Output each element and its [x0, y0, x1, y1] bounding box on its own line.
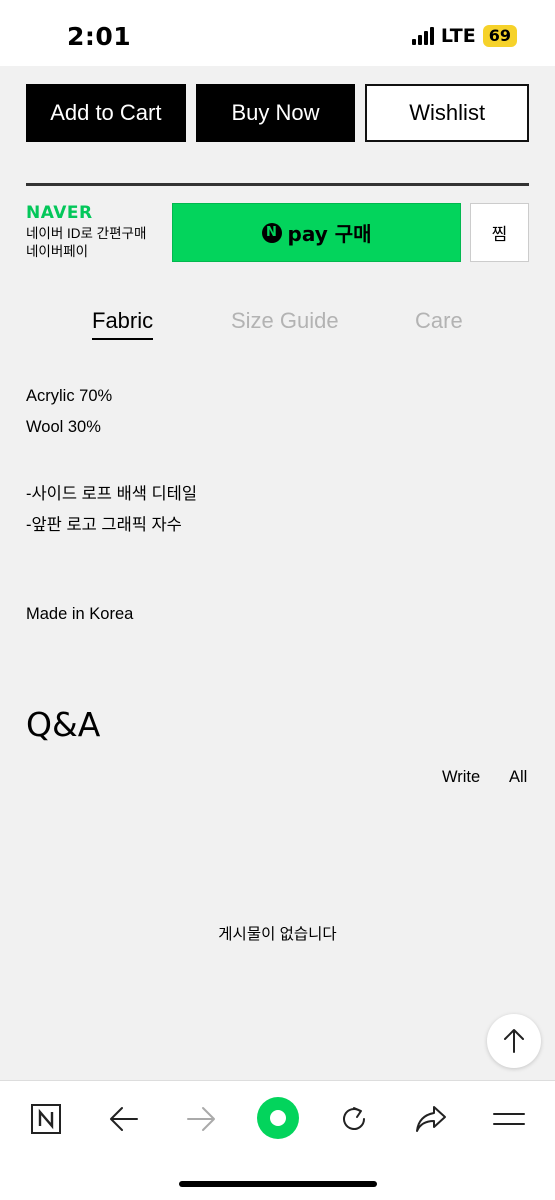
home-indicator [179, 1181, 377, 1187]
qa-all-link[interactable]: All [509, 768, 527, 787]
menu-icon [493, 1113, 525, 1125]
status-indicators: LTE 69 [411, 25, 517, 47]
npay-n-icon: N [261, 222, 282, 243]
origin-line: Made in Korea [26, 605, 134, 623]
status-bar: 2:01 LTE 69 [0, 0, 555, 66]
scroll-to-top-button[interactable] [487, 1014, 541, 1068]
naver-desc-line2: 네이버페이 [26, 244, 89, 259]
tab-fabric[interactable]: Fabric [92, 308, 154, 340]
naver-pay-info: NAVER 네이버 ID로 간편구매 네이버페이 [26, 203, 166, 261]
green-dot-button[interactable] [255, 1095, 301, 1141]
purchase-actions: Add to Cart Buy Now Wishlist [26, 84, 530, 142]
back-button[interactable] [102, 1097, 146, 1141]
network-label: LTE [440, 25, 476, 47]
detail-line: -앞판 로고 그래픽 자수 [26, 516, 182, 534]
add-to-cart-button[interactable]: Add to Cart [26, 84, 186, 142]
naver-app-button[interactable] [24, 1097, 68, 1141]
status-time: 2:01 [67, 22, 132, 51]
back-arrow-icon [110, 1107, 138, 1131]
arrow-up-icon [504, 1029, 524, 1053]
qa-write-link[interactable]: Write [442, 768, 480, 787]
battery-indicator: 69 [482, 25, 517, 47]
naver-app-icon [31, 1104, 61, 1134]
naver-logo: NAVER [26, 203, 93, 223]
fabric-line: Wool 30% [26, 418, 101, 436]
forward-button[interactable] [179, 1097, 223, 1141]
product-info-tabs: Fabric Size Guide Care [0, 308, 555, 344]
npay-purchase-button[interactable]: N pay 구매 [172, 203, 461, 262]
fabric-line: Acrylic 70% [26, 387, 113, 405]
refresh-icon [343, 1107, 365, 1130]
refresh-button[interactable] [332, 1097, 376, 1141]
tab-care[interactable]: Care [415, 308, 463, 338]
zzim-button[interactable]: 찜 [470, 203, 529, 262]
share-icon [416, 1106, 446, 1132]
qa-title: Q&A [26, 705, 101, 744]
buy-now-button[interactable]: Buy Now [195, 84, 356, 142]
green-dot-icon [257, 1097, 299, 1139]
share-button[interactable] [409, 1097, 453, 1141]
forward-arrow-icon [187, 1107, 215, 1131]
qa-empty-message: 게시물이 없습니다 [218, 926, 337, 943]
section-divider [26, 183, 529, 186]
signal-icon [411, 27, 434, 45]
naver-desc-line1: 네이버 ID로 간편구매 [26, 226, 147, 241]
detail-line: -사이드 로프 배색 디테일 [26, 485, 198, 503]
wishlist-button[interactable]: Wishlist [365, 84, 530, 142]
tab-size-guide[interactable]: Size Guide [231, 308, 339, 338]
menu-button[interactable] [487, 1097, 531, 1141]
npay-label: pay 구매 [287, 222, 372, 246]
